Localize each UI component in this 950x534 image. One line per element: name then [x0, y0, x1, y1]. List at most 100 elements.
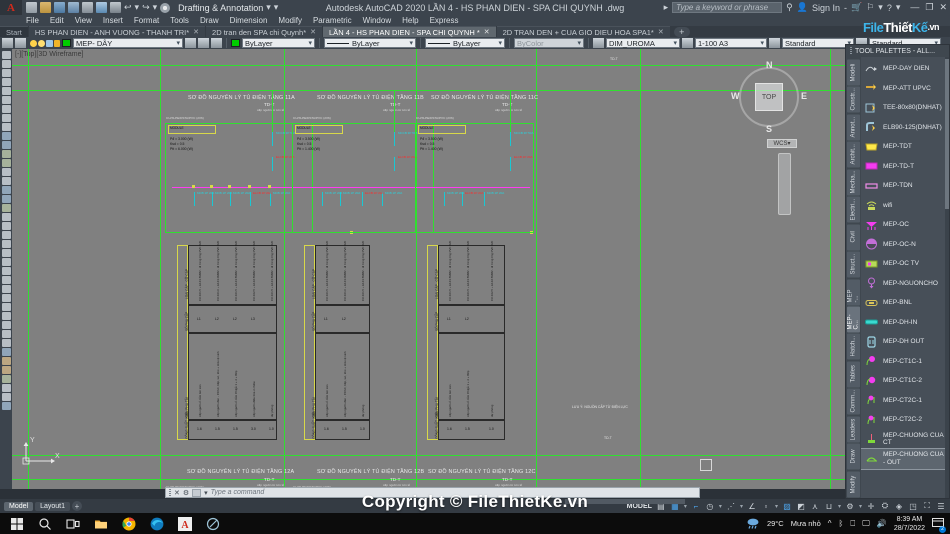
palette-scrollbar-thumb[interactable]: [945, 59, 949, 209]
bluetooth-icon[interactable]: ᛒ: [839, 519, 844, 528]
freeze-icon[interactable]: [46, 39, 53, 47]
erase-icon[interactable]: [1, 213, 11, 221]
close-icon[interactable]: ✕: [484, 28, 490, 36]
command-line[interactable]: ✕ ⚙ ▾ Type a command: [165, 487, 700, 498]
palette-scrollbar[interactable]: [945, 57, 949, 498]
chevron-down-icon[interactable]: ▾: [859, 503, 862, 510]
palette-item-selected[interactable]: MEP-CHUONG CUA - OUT: [861, 448, 945, 470]
palette-item[interactable]: MEP-TDT: [861, 137, 945, 157]
stretch-icon[interactable]: [1, 285, 11, 293]
chevron-down-icon[interactable]: ▾: [787, 140, 790, 147]
palette-item[interactable]: MEP-DH-IN: [861, 313, 945, 333]
selection-cycling-icon[interactable]: ⋏: [810, 501, 820, 511]
file-tab-active[interactable]: LẦN 4 - HS PHAN DIEN - SPA CHI QUYNH * ✕: [323, 26, 496, 37]
weather-icon[interactable]: [746, 517, 760, 531]
menu-item-draw[interactable]: Draw: [200, 16, 219, 25]
ellipse-icon[interactable]: [1, 96, 11, 104]
tab-layout1[interactable]: Layout1: [35, 501, 70, 511]
horizontal-scrollbar[interactable]: [565, 499, 685, 504]
fillet-icon[interactable]: [1, 339, 11, 347]
gear-icon[interactable]: ⚙: [845, 501, 855, 511]
weather-temp[interactable]: 29°C: [767, 519, 784, 528]
tab-model[interactable]: Model: [4, 501, 34, 511]
sketch-app-icon[interactable]: [206, 517, 220, 531]
restore-button[interactable]: ❐: [925, 2, 933, 13]
chevron-down-icon[interactable]: ▾: [204, 489, 208, 497]
linetype-selector[interactable]: ByLayer ▾: [324, 38, 416, 48]
chevron-down-icon[interactable]: ▾: [760, 39, 764, 47]
print-icon[interactable]: [110, 2, 121, 13]
gradient-icon[interactable]: [1, 168, 11, 176]
start-icon[interactable]: [10, 517, 24, 531]
edit-attribute-icon[interactable]: [1, 393, 11, 401]
isolate-objects-icon[interactable]: ◳: [908, 501, 918, 511]
customize-icon[interactable]: ⚙: [183, 489, 189, 497]
view-cube-top-face[interactable]: TOP: [755, 83, 783, 111]
grip-handle[interactable]: [210, 185, 213, 188]
palette-tab-constraints[interactable]: Constr...: [847, 86, 860, 113]
redo-icon[interactable]: ↪: [142, 2, 150, 13]
palette-item[interactable]: MEP-CT1C-2: [861, 371, 945, 391]
recent-commands-icon[interactable]: [192, 488, 202, 497]
chevron-down-icon[interactable]: ▾: [719, 503, 722, 510]
file-explorer-icon[interactable]: [94, 517, 108, 531]
sun-icon[interactable]: [38, 39, 45, 47]
chevron-down-icon[interactable]: ▾: [673, 39, 677, 47]
user-icon[interactable]: 👤: [797, 2, 808, 13]
ortho-mode-icon[interactable]: ⌐: [691, 501, 701, 511]
break-icon[interactable]: [1, 312, 11, 320]
battery-icon[interactable]: ⎕: [850, 519, 855, 529]
chevron-down-icon[interactable]: ▾: [577, 39, 581, 47]
palette-item[interactable]: MEP-CT2C-1: [861, 391, 945, 411]
menu-item-parametric[interactable]: Parametric: [313, 16, 352, 25]
navigation-bar[interactable]: [778, 153, 791, 215]
close-icon[interactable]: ✕: [658, 28, 664, 36]
volume-icon[interactable]: 🔊: [877, 519, 887, 528]
angle-snap-icon[interactable]: ∠: [747, 501, 757, 511]
palette-tab-civil[interactable]: Civil: [847, 223, 860, 251]
mirror-icon[interactable]: [1, 231, 11, 239]
palette-tab-leaders[interactable]: Leaders: [847, 415, 860, 443]
search-expand-icon[interactable]: ▸: [664, 2, 669, 13]
menu-item-file[interactable]: File: [26, 16, 39, 25]
text-style-selector[interactable]: Standard ▾: [782, 38, 854, 48]
plot-icon[interactable]: [82, 2, 93, 13]
save-as-icon[interactable]: [68, 2, 79, 13]
rectangle-icon[interactable]: [1, 87, 11, 95]
add-layout-button[interactable]: +: [72, 501, 82, 511]
grip-handle[interactable]: [248, 185, 251, 188]
task-view-icon[interactable]: [66, 517, 80, 531]
palette-tab-annotation[interactable]: Annot...: [847, 113, 860, 141]
palette-tab-command[interactable]: Comm...: [847, 388, 860, 415]
palette-item[interactable]: ELB90-125(DNHAT): [861, 118, 945, 138]
menu-item-window[interactable]: Window: [363, 16, 391, 25]
close-button[interactable]: ✕: [939, 2, 947, 13]
chevron-down-icon[interactable]: ▾: [308, 39, 312, 47]
annotation-monitor-icon[interactable]: ⊔: [824, 501, 834, 511]
weather-desc[interactable]: Mưa nhỏ: [791, 519, 821, 528]
tab-start[interactable]: Start: [0, 26, 28, 37]
palette-tab-structural[interactable]: Struct...: [847, 251, 860, 278]
file-tab[interactable]: 2D tran den SPA chi Quynh* ✕: [206, 26, 323, 37]
make-block-icon[interactable]: [1, 150, 11, 158]
object-color-selector[interactable]: ByLayer ▾: [242, 38, 315, 48]
lineweight-icon[interactable]: ▨: [782, 501, 792, 511]
edge-icon[interactable]: [150, 517, 164, 531]
panel-grip[interactable]: [850, 47, 852, 55]
edit-array-icon[interactable]: [1, 384, 11, 392]
scale-selector[interactable]: 1-100 A3 ▾: [695, 38, 767, 48]
wcs-selector[interactable]: WCS ▾: [767, 139, 797, 148]
text-style-icon[interactable]: [769, 38, 780, 48]
palette-item[interactable]: MEP-CHUONG CUA CT: [861, 430, 945, 450]
menu-item-tools[interactable]: Tools: [170, 16, 189, 25]
palette-tab-mep-c[interactable]: MEP-C...: [847, 305, 860, 333]
offset-icon[interactable]: [1, 240, 11, 248]
share-views-icon[interactable]: ⚐: [866, 2, 874, 13]
autodesk-app-store-icon[interactable]: 🛒: [851, 2, 862, 13]
properties-icon[interactable]: [1, 402, 11, 410]
copy-icon[interactable]: [1, 222, 11, 230]
undo-icon[interactable]: ↩: [124, 2, 132, 13]
autocad-logo-icon[interactable]: A: [0, 0, 22, 15]
palette-item[interactable]: MEP-BNL: [861, 293, 945, 313]
polygon-icon[interactable]: [1, 114, 11, 122]
